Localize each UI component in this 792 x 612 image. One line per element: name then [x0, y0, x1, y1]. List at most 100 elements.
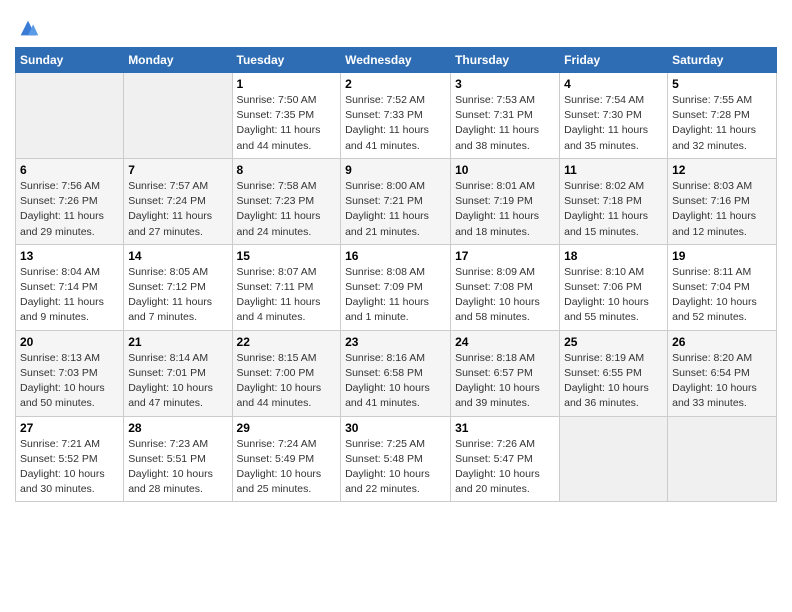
calendar-cell: 16 Sunrise: 8:08 AMSunset: 7:09 PMDaylig…: [341, 244, 451, 330]
calendar-cell: 27 Sunrise: 7:21 AMSunset: 5:52 PMDaylig…: [16, 416, 124, 502]
calendar-cell: 19 Sunrise: 8:11 AMSunset: 7:04 PMDaylig…: [668, 244, 777, 330]
calendar-cell: 23 Sunrise: 8:16 AMSunset: 6:58 PMDaylig…: [341, 330, 451, 416]
calendar-cell: 9 Sunrise: 8:00 AMSunset: 7:21 PMDayligh…: [341, 158, 451, 244]
day-number: 17: [455, 249, 555, 263]
day-number: 19: [672, 249, 772, 263]
day-info: Sunrise: 8:04 AMSunset: 7:14 PMDaylight:…: [20, 266, 104, 324]
day-info: Sunrise: 7:21 AMSunset: 5:52 PMDaylight:…: [20, 438, 105, 496]
week-row-3: 13 Sunrise: 8:04 AMSunset: 7:14 PMDaylig…: [16, 244, 777, 330]
calendar-cell: 11 Sunrise: 8:02 AMSunset: 7:18 PMDaylig…: [560, 158, 668, 244]
calendar-cell: 25 Sunrise: 8:19 AMSunset: 6:55 PMDaylig…: [560, 330, 668, 416]
day-number: 9: [345, 163, 446, 177]
day-info: Sunrise: 8:10 AMSunset: 7:06 PMDaylight:…: [564, 266, 649, 324]
day-info: Sunrise: 7:24 AMSunset: 5:49 PMDaylight:…: [237, 438, 322, 496]
calendar-cell: 21 Sunrise: 8:14 AMSunset: 7:01 PMDaylig…: [124, 330, 232, 416]
calendar-cell: 4 Sunrise: 7:54 AMSunset: 7:30 PMDayligh…: [560, 73, 668, 159]
day-info: Sunrise: 7:53 AMSunset: 7:31 PMDaylight:…: [455, 94, 539, 152]
day-number: 16: [345, 249, 446, 263]
day-info: Sunrise: 7:25 AMSunset: 5:48 PMDaylight:…: [345, 438, 430, 496]
day-info: Sunrise: 8:07 AMSunset: 7:11 PMDaylight:…: [237, 266, 321, 324]
day-number: 10: [455, 163, 555, 177]
day-number: 4: [564, 77, 663, 91]
weekday-header-monday: Monday: [124, 48, 232, 73]
day-info: Sunrise: 7:57 AMSunset: 7:24 PMDaylight:…: [128, 180, 212, 238]
day-info: Sunrise: 7:52 AMSunset: 7:33 PMDaylight:…: [345, 94, 429, 152]
day-number: 6: [20, 163, 119, 177]
calendar-cell: [124, 73, 232, 159]
day-info: Sunrise: 7:26 AMSunset: 5:47 PMDaylight:…: [455, 438, 540, 496]
day-info: Sunrise: 8:19 AMSunset: 6:55 PMDaylight:…: [564, 352, 649, 410]
day-info: Sunrise: 7:58 AMSunset: 7:23 PMDaylight:…: [237, 180, 321, 238]
day-info: Sunrise: 7:50 AMSunset: 7:35 PMDaylight:…: [237, 94, 321, 152]
day-info: Sunrise: 7:54 AMSunset: 7:30 PMDaylight:…: [564, 94, 648, 152]
calendar-cell: 14 Sunrise: 8:05 AMSunset: 7:12 PMDaylig…: [124, 244, 232, 330]
page: SundayMondayTuesdayWednesdayThursdayFrid…: [0, 0, 792, 517]
calendar-cell: 15 Sunrise: 8:07 AMSunset: 7:11 PMDaylig…: [232, 244, 341, 330]
day-info: Sunrise: 8:18 AMSunset: 6:57 PMDaylight:…: [455, 352, 540, 410]
calendar-table: SundayMondayTuesdayWednesdayThursdayFrid…: [15, 47, 777, 502]
day-info: Sunrise: 8:20 AMSunset: 6:54 PMDaylight:…: [672, 352, 757, 410]
calendar-cell: [16, 73, 124, 159]
calendar-cell: 17 Sunrise: 8:09 AMSunset: 7:08 PMDaylig…: [451, 244, 560, 330]
calendar-cell: 8 Sunrise: 7:58 AMSunset: 7:23 PMDayligh…: [232, 158, 341, 244]
logo: [15, 15, 39, 39]
weekday-header-saturday: Saturday: [668, 48, 777, 73]
day-number: 2: [345, 77, 446, 91]
week-row-4: 20 Sunrise: 8:13 AMSunset: 7:03 PMDaylig…: [16, 330, 777, 416]
calendar-cell: [668, 416, 777, 502]
day-info: Sunrise: 7:23 AMSunset: 5:51 PMDaylight:…: [128, 438, 213, 496]
calendar-cell: 13 Sunrise: 8:04 AMSunset: 7:14 PMDaylig…: [16, 244, 124, 330]
day-info: Sunrise: 8:11 AMSunset: 7:04 PMDaylight:…: [672, 266, 757, 324]
day-number: 8: [237, 163, 337, 177]
day-number: 20: [20, 335, 119, 349]
calendar-cell: 29 Sunrise: 7:24 AMSunset: 5:49 PMDaylig…: [232, 416, 341, 502]
calendar-cell: 10 Sunrise: 8:01 AMSunset: 7:19 PMDaylig…: [451, 158, 560, 244]
logo-icon: [17, 17, 39, 39]
week-row-5: 27 Sunrise: 7:21 AMSunset: 5:52 PMDaylig…: [16, 416, 777, 502]
day-number: 24: [455, 335, 555, 349]
header: [15, 10, 777, 39]
day-info: Sunrise: 8:00 AMSunset: 7:21 PMDaylight:…: [345, 180, 429, 238]
calendar-cell: 30 Sunrise: 7:25 AMSunset: 5:48 PMDaylig…: [341, 416, 451, 502]
day-info: Sunrise: 8:08 AMSunset: 7:09 PMDaylight:…: [345, 266, 429, 324]
day-number: 12: [672, 163, 772, 177]
calendar-cell: 20 Sunrise: 8:13 AMSunset: 7:03 PMDaylig…: [16, 330, 124, 416]
weekday-header-thursday: Thursday: [451, 48, 560, 73]
calendar-cell: 24 Sunrise: 8:18 AMSunset: 6:57 PMDaylig…: [451, 330, 560, 416]
calendar-cell: [560, 416, 668, 502]
day-number: 14: [128, 249, 227, 263]
day-info: Sunrise: 8:09 AMSunset: 7:08 PMDaylight:…: [455, 266, 540, 324]
day-number: 29: [237, 421, 337, 435]
week-row-1: 1 Sunrise: 7:50 AMSunset: 7:35 PMDayligh…: [16, 73, 777, 159]
calendar-cell: 28 Sunrise: 7:23 AMSunset: 5:51 PMDaylig…: [124, 416, 232, 502]
calendar-cell: 7 Sunrise: 7:57 AMSunset: 7:24 PMDayligh…: [124, 158, 232, 244]
calendar-cell: 22 Sunrise: 8:15 AMSunset: 7:00 PMDaylig…: [232, 330, 341, 416]
day-number: 1: [237, 77, 337, 91]
weekday-header-wednesday: Wednesday: [341, 48, 451, 73]
calendar-cell: 2 Sunrise: 7:52 AMSunset: 7:33 PMDayligh…: [341, 73, 451, 159]
day-number: 18: [564, 249, 663, 263]
calendar-cell: 3 Sunrise: 7:53 AMSunset: 7:31 PMDayligh…: [451, 73, 560, 159]
day-info: Sunrise: 7:56 AMSunset: 7:26 PMDaylight:…: [20, 180, 104, 238]
day-info: Sunrise: 8:16 AMSunset: 6:58 PMDaylight:…: [345, 352, 430, 410]
week-row-2: 6 Sunrise: 7:56 AMSunset: 7:26 PMDayligh…: [16, 158, 777, 244]
weekday-header-row: SundayMondayTuesdayWednesdayThursdayFrid…: [16, 48, 777, 73]
day-info: Sunrise: 7:55 AMSunset: 7:28 PMDaylight:…: [672, 94, 756, 152]
day-number: 5: [672, 77, 772, 91]
calendar-cell: 1 Sunrise: 7:50 AMSunset: 7:35 PMDayligh…: [232, 73, 341, 159]
day-info: Sunrise: 8:03 AMSunset: 7:16 PMDaylight:…: [672, 180, 756, 238]
calendar-cell: 31 Sunrise: 7:26 AMSunset: 5:47 PMDaylig…: [451, 416, 560, 502]
day-number: 3: [455, 77, 555, 91]
day-number: 7: [128, 163, 227, 177]
day-info: Sunrise: 8:15 AMSunset: 7:00 PMDaylight:…: [237, 352, 322, 410]
day-number: 15: [237, 249, 337, 263]
calendar-cell: 18 Sunrise: 8:10 AMSunset: 7:06 PMDaylig…: [560, 244, 668, 330]
day-number: 26: [672, 335, 772, 349]
weekday-header-tuesday: Tuesday: [232, 48, 341, 73]
day-number: 31: [455, 421, 555, 435]
day-number: 21: [128, 335, 227, 349]
day-info: Sunrise: 8:05 AMSunset: 7:12 PMDaylight:…: [128, 266, 212, 324]
day-info: Sunrise: 8:02 AMSunset: 7:18 PMDaylight:…: [564, 180, 648, 238]
day-number: 22: [237, 335, 337, 349]
day-info: Sunrise: 8:13 AMSunset: 7:03 PMDaylight:…: [20, 352, 105, 410]
